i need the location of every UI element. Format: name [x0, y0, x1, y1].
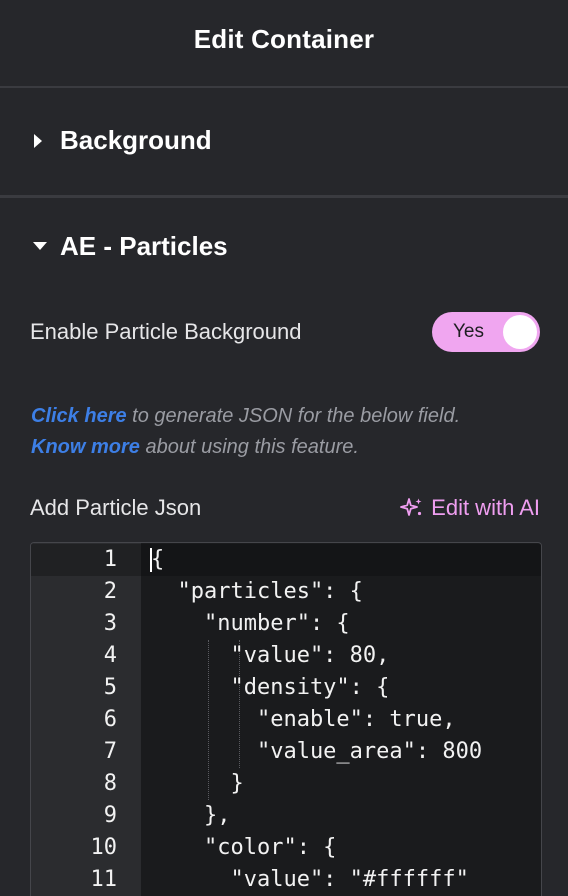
section-background-title: Background [60, 125, 212, 155]
section-background-toggle[interactable]: Background [0, 90, 568, 198]
panel-title: Edit Container [193, 23, 375, 54]
json-code-editor[interactable]: 1{2 "particles": {3 "number": {4 "value"… [30, 542, 542, 896]
code-text: "number": { [151, 611, 350, 636]
enable-particle-switch[interactable]: Yes [432, 312, 540, 352]
click-here-link[interactable]: Click here [31, 405, 127, 427]
line-number: 11 [90, 867, 118, 892]
section-particles-title: AE - Particles [60, 230, 228, 261]
code-line: 1{ [31, 544, 541, 576]
edit-with-ai-button[interactable]: Edit with AI [400, 495, 540, 521]
code-text: "value": 80, [151, 643, 390, 668]
code-text: "color": { [151, 835, 337, 860]
code-text: } [151, 771, 244, 796]
code-text: "value": "#ffffff" [151, 867, 469, 892]
code-line: 5 "density": { [31, 672, 541, 704]
line-number: 6 [103, 707, 117, 732]
code-line: 8 } [31, 768, 541, 800]
code-line: 9 }, [31, 800, 541, 832]
line-number: 10 [90, 835, 118, 860]
code-text: }, [151, 803, 231, 828]
line-number: 8 [103, 771, 117, 796]
caret-right-icon [34, 133, 42, 148]
code-text: { [151, 547, 165, 572]
help-text: Click here to generate JSON for the belo… [31, 401, 551, 463]
enable-particle-label: Enable Particle Background [30, 319, 302, 344]
section-particles-toggle[interactable]: AE - Particles [0, 220, 568, 272]
line-number: 5 [103, 675, 117, 700]
code-line: 3 "number": { [31, 608, 541, 640]
edit-with-ai-label: Edit with AI [431, 495, 540, 520]
line-number: 4 [103, 643, 117, 668]
code-lines: 1{2 "particles": {3 "number": {4 "value"… [31, 544, 541, 896]
line-number: 9 [103, 803, 117, 828]
code-text: "particles": { [151, 579, 363, 604]
code-line: 2 "particles": { [31, 576, 541, 608]
json-field-label: Add Particle Json [30, 495, 202, 520]
line-number: 7 [103, 739, 117, 764]
code-line: 10 "color": { [31, 832, 541, 864]
code-line: 4 "value": 80, [31, 640, 541, 672]
code-text: "enable": true, [151, 707, 456, 732]
help-text-2: about using this feature. [139, 436, 359, 458]
code-text: "value_area": 800 [151, 739, 483, 764]
line-number: 1 [103, 547, 117, 572]
caret-down-icon [33, 242, 47, 250]
code-line: 7 "value_area": 800 [31, 736, 541, 768]
know-more-link[interactable]: Know more [31, 436, 140, 458]
code-text: "density": { [151, 675, 390, 700]
panel-header: Edit Container [0, 0, 568, 88]
line-number: 2 [103, 579, 117, 604]
switch-knob [503, 315, 537, 349]
switch-state-label: Yes [453, 321, 484, 342]
json-field-header: Add Particle Json Edit with AI [30, 488, 540, 528]
code-line: 11 "value": "#ffffff" [31, 864, 541, 896]
sparkle-icon [400, 498, 422, 516]
line-number: 3 [103, 611, 117, 636]
code-line: 6 "enable": true, [31, 704, 541, 736]
help-text-1: to generate JSON for the below field. [126, 405, 461, 427]
enable-particle-row: Enable Particle Background Yes [30, 310, 540, 354]
